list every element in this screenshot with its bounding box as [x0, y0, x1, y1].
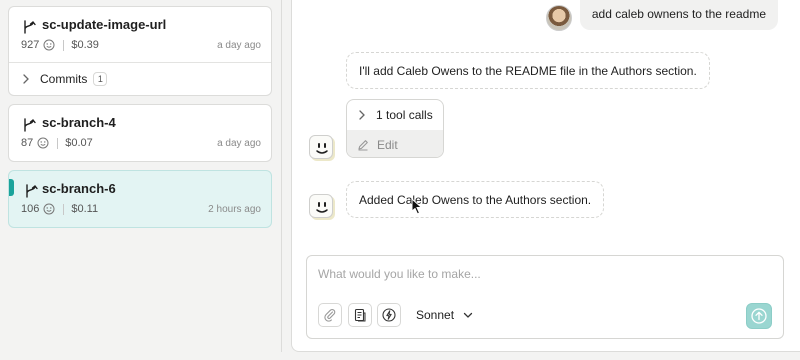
- user-message-row: add caleb ownens to the readme: [545, 0, 778, 31]
- prompt-input[interactable]: [318, 267, 758, 281]
- branch-meta: 87 $0.07: [21, 137, 93, 149]
- message-composer: Sonnet: [306, 255, 784, 339]
- lightning-icon: [382, 308, 396, 322]
- branch-meta: 106 $0.11: [21, 203, 98, 215]
- model-selector[interactable]: Sonnet: [416, 306, 474, 324]
- commits-toggle[interactable]: Commits 1: [9, 62, 271, 95]
- message-count: 927: [21, 39, 40, 51]
- tool-calls-label: 1 tool calls: [376, 108, 433, 122]
- branch-cost: $0.11: [71, 203, 99, 215]
- commits-label: Commits: [40, 72, 88, 86]
- chevron-right-icon: [359, 110, 365, 120]
- paperclip-icon: [324, 309, 336, 322]
- branch-card[interactable]: sc-branch-4 87 $0.07 a day ago: [8, 104, 272, 162]
- tool-edit-label: Edit: [377, 137, 398, 152]
- branch-name: sc-branch-6: [42, 181, 116, 196]
- tool-calls-toggle[interactable]: 1 tool calls: [347, 100, 443, 130]
- user-avatar[interactable]: [545, 5, 572, 31]
- pencil-icon: [358, 139, 368, 151]
- bot-face-icon: [309, 135, 333, 159]
- meta-divider: [63, 203, 65, 215]
- branch-timestamp: a day ago: [217, 40, 261, 51]
- model-label: Sonnet: [416, 308, 455, 322]
- assistant-message: I'll add Caleb Owens to the README file …: [346, 52, 710, 89]
- branch-sidebar: sc-update-image-url 927 $0.39 a day ago …: [0, 0, 282, 360]
- tool-edit-item[interactable]: Edit: [347, 130, 443, 157]
- send-arrow-icon: [751, 308, 767, 324]
- branch-icon: [24, 118, 36, 132]
- smiley-icon: [43, 203, 55, 215]
- branch-card-header[interactable]: sc-branch-6 106 $0.11 2 hours ago: [9, 171, 271, 226]
- tool-calls-card: 1 tool calls Edit: [346, 99, 444, 158]
- branch-cost: $0.39: [71, 39, 99, 51]
- chevron-right-icon: [23, 74, 29, 84]
- message-count: 87: [21, 137, 34, 149]
- meta-divider: [63, 39, 65, 51]
- branch-icon: [26, 184, 38, 198]
- commits-count-badge: 1: [93, 72, 108, 86]
- branch-name: sc-branch-4: [42, 115, 116, 130]
- branch-name: sc-update-image-url: [42, 17, 167, 32]
- context-button[interactable]: [348, 303, 372, 327]
- assistant-message: Added Caleb Owens to the Authors section…: [346, 181, 605, 218]
- smiley-icon: [43, 39, 55, 51]
- branch-timestamp: a day ago: [217, 138, 261, 149]
- branch-card[interactable]: sc-update-image-url 927 $0.39 a day ago …: [8, 6, 272, 96]
- document-icon: [354, 308, 366, 322]
- branch-card-header[interactable]: sc-update-image-url 927 $0.39 a day ago: [9, 7, 271, 62]
- meta-divider: [57, 137, 59, 149]
- branch-icon: [24, 20, 36, 34]
- branch-card-active[interactable]: sc-branch-6 106 $0.11 2 hours ago: [8, 170, 272, 228]
- branch-card-header[interactable]: sc-branch-4 87 $0.07 a day ago: [9, 105, 271, 160]
- branch-timestamp: 2 hours ago: [208, 204, 261, 215]
- attach-button[interactable]: [318, 303, 342, 327]
- send-button[interactable]: [746, 303, 772, 329]
- branch-meta: 927 $0.39: [21, 39, 99, 51]
- smiley-icon: [37, 137, 49, 149]
- bot-face-icon: [309, 194, 333, 218]
- user-message: add caleb ownens to the readme: [579, 0, 778, 30]
- branch-cost: $0.07: [65, 137, 93, 149]
- message-count: 106: [21, 203, 40, 215]
- sidebar-divider: [281, 0, 282, 352]
- mouse-cursor-icon: [411, 198, 423, 215]
- integrations-button[interactable]: [377, 303, 401, 327]
- chevron-down-icon: [463, 312, 473, 318]
